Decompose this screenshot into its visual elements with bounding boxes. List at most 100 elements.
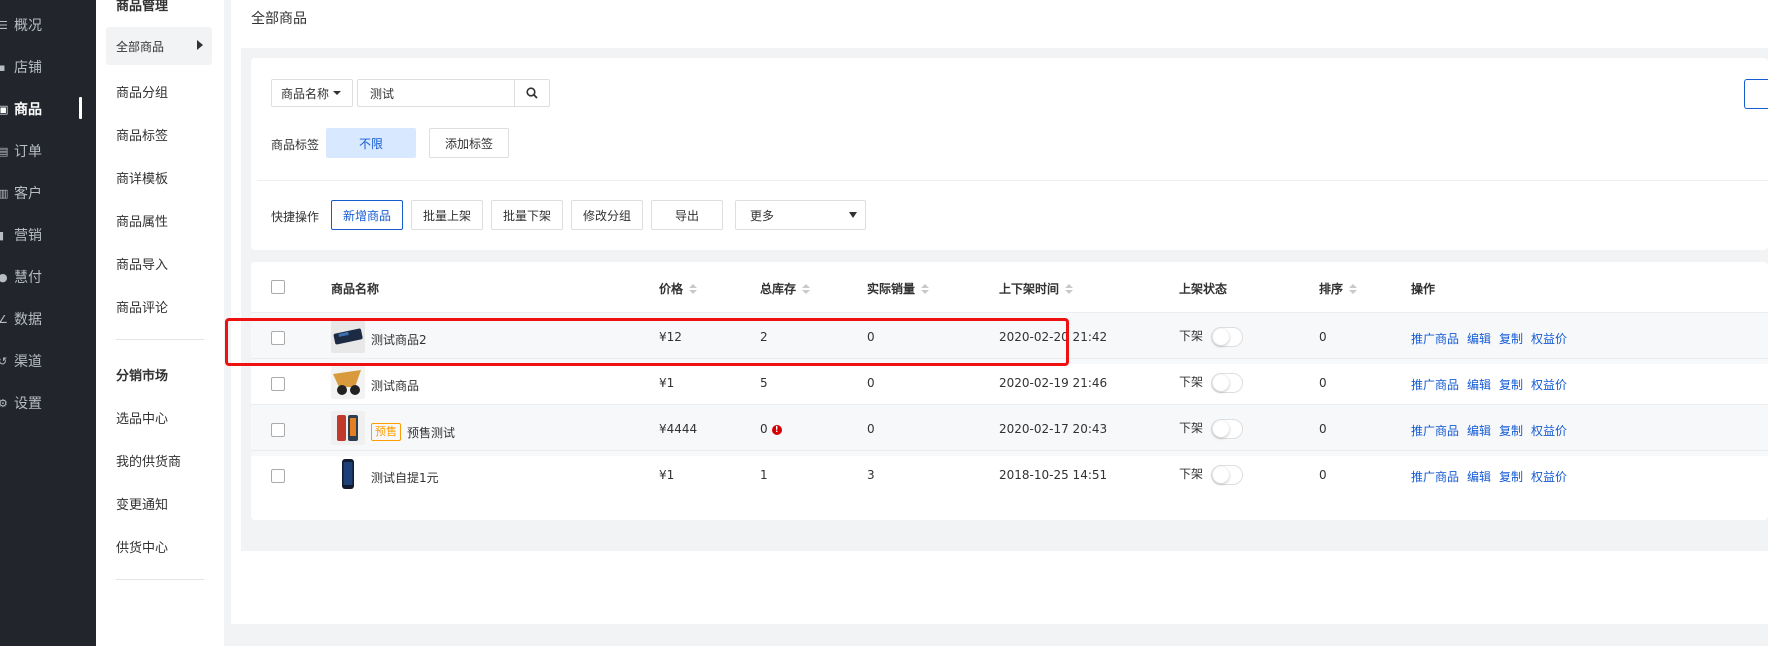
header-sales[interactable]: 实际销量 xyxy=(867,280,930,297)
goods-name[interactable]: 测试商品 xyxy=(371,377,419,394)
batch-on-shelf-button[interactable]: 批量上架 xyxy=(411,200,483,230)
goods-rank[interactable]: 0 xyxy=(1319,422,1327,436)
goods-rank[interactable]: 0 xyxy=(1319,376,1327,390)
main-nav: ☰ 概况 ▪ 店铺 ▣ 商品 ▤ 订单 ▥ 客户 ▮ 营销 ● 慧付 ∠ 数据 ↺ 渠道 ⚙ 设置 xyxy=(0,0,96,646)
subnav-item-goods-attribute[interactable]: 商品属性 xyxy=(116,211,168,230)
goods-rank[interactable]: 0 xyxy=(1319,468,1327,482)
search-button[interactable] xyxy=(514,79,550,107)
search-field-select[interactable]: 商品名称 xyxy=(271,79,353,107)
member-price-link[interactable]: 权益价 xyxy=(1531,468,1567,485)
row-checkbox[interactable] xyxy=(271,469,285,483)
data-icon: ∠ xyxy=(0,312,8,326)
goods-name[interactable]: 预售 预售测试 xyxy=(371,423,455,441)
promote-link[interactable]: 推广商品 xyxy=(1411,422,1459,439)
promote-link[interactable]: 推广商品 xyxy=(1411,376,1459,393)
header-shelf-time[interactable]: 上下架时间 xyxy=(999,280,1074,297)
goods-stock: 2 xyxy=(760,330,768,344)
nav-item-data[interactable]: ∠ 数据 xyxy=(0,307,94,331)
goods-name[interactable]: 测试商品2 xyxy=(371,331,427,348)
shelf-status: 下架 xyxy=(1179,373,1244,393)
member-price-link[interactable]: 权益价 xyxy=(1531,330,1567,347)
edit-link[interactable]: 编辑 xyxy=(1467,330,1491,347)
change-group-button[interactable]: 修改分组 xyxy=(571,200,643,230)
nav-item-goods[interactable]: ▣ 商品 xyxy=(0,97,94,121)
subnav-item-goods-review[interactable]: 商品评论 xyxy=(116,297,168,316)
secondary-sidebar: 商品管理 全部商品 商品分组 商品标签 商详模板 商品属性 商品导入 商品评论 … xyxy=(96,0,224,646)
nav-item-payment[interactable]: ● 慧付 xyxy=(0,265,94,289)
shelf-toggle[interactable] xyxy=(1211,373,1244,393)
nav-active-indicator xyxy=(79,97,82,119)
row-operations: 推广商品 编辑 复制 权益价 xyxy=(1411,468,1567,485)
copy-link[interactable]: 复制 xyxy=(1499,422,1523,439)
nav-item-order[interactable]: ▤ 订单 xyxy=(0,139,94,163)
tag-filter-label: 商品标签 xyxy=(271,138,320,152)
subnav-item-supply-center[interactable]: 供货中心 xyxy=(116,537,168,556)
subnav-item-detail-template[interactable]: 商详模板 xyxy=(116,168,168,187)
nav-item-channel[interactable]: ↺ 渠道 xyxy=(0,349,94,373)
edit-link[interactable]: 编辑 xyxy=(1467,468,1491,485)
shelf-toggle[interactable] xyxy=(1211,465,1244,485)
subnav-item-my-suppliers[interactable]: 我的供货商 xyxy=(116,451,181,470)
row-checkbox[interactable] xyxy=(271,377,285,391)
goods-rank[interactable]: 0 xyxy=(1319,330,1327,344)
table-header: 商品名称 价格 总库存 实际销量 上下架时间 上架状态 排序 操作 xyxy=(251,262,1768,312)
more-actions-select[interactable]: 更多 xyxy=(735,200,866,230)
shelf-status: 下架 xyxy=(1179,419,1244,439)
header-price[interactable]: 价格 xyxy=(659,280,698,297)
add-goods-button[interactable]: 新增商品 xyxy=(331,200,403,230)
member-price-link[interactable]: 权益价 xyxy=(1531,422,1567,439)
filter-card: 商品名称 商品标签 不限 添加标签 快捷操作 新增商品 批量上架 批量下架 修改… xyxy=(251,58,1768,250)
select-all-checkbox[interactable] xyxy=(271,280,285,294)
nav-item-overview[interactable]: ☰ 概况 xyxy=(0,13,94,37)
search-input[interactable] xyxy=(357,79,514,107)
nav-item-marketing[interactable]: ▮ 营销 xyxy=(0,223,94,247)
order-icon: ▤ xyxy=(0,144,9,158)
copy-link[interactable]: 复制 xyxy=(1499,330,1523,347)
caret-down-icon xyxy=(849,212,857,218)
promote-link[interactable]: 推广商品 xyxy=(1411,468,1459,485)
goods-thumbnail xyxy=(331,319,365,353)
shelf-toggle[interactable] xyxy=(1211,327,1244,347)
row-checkbox[interactable] xyxy=(271,423,285,437)
goods-sales: 3 xyxy=(867,468,875,482)
row-checkbox[interactable] xyxy=(271,331,285,345)
goods-shelf-time: 2018-10-25 14:51 xyxy=(999,468,1108,482)
goods-table: 商品名称 价格 总库存 实际销量 上下架时间 上架状态 排序 操作 测试商品2 … xyxy=(251,262,1768,520)
subnav-item-all-goods[interactable]: 全部商品 xyxy=(106,27,212,65)
header-goods-name: 商品名称 xyxy=(331,282,380,296)
header-rank[interactable]: 排序 xyxy=(1319,280,1358,297)
top-right-button[interactable] xyxy=(1744,79,1768,109)
payment-icon: ● xyxy=(0,270,8,284)
header-operations: 操作 xyxy=(1411,282,1436,296)
settings-icon: ⚙ xyxy=(0,396,8,410)
promote-link[interactable]: 推广商品 xyxy=(1411,330,1459,347)
table-row: 测试自提1元 ¥1 1 3 2018-10-25 14:51 下架 0 推广商品… xyxy=(251,450,1768,502)
goods-price: ¥1 xyxy=(659,376,675,390)
header-shelf-status: 上架状态 xyxy=(1179,282,1228,296)
nav-item-settings[interactable]: ⚙ 设置 xyxy=(0,391,94,415)
member-price-link[interactable]: 权益价 xyxy=(1531,376,1567,393)
subnav-item-goods-import[interactable]: 商品导入 xyxy=(116,254,168,273)
row-operations: 推广商品 编辑 复制 权益价 xyxy=(1411,376,1567,393)
goods-stock: 5 xyxy=(760,376,768,390)
header-stock[interactable]: 总库存 xyxy=(760,280,811,297)
table-row: 测试商品 ¥1 5 0 2020-02-19 21:46 下架 0 推广商品 编… xyxy=(251,358,1768,410)
export-button[interactable]: 导出 xyxy=(651,200,723,230)
nav-item-store[interactable]: ▪ 店铺 xyxy=(0,55,94,79)
goods-thumbnail xyxy=(331,457,365,491)
filter-divider xyxy=(257,180,1768,181)
edit-link[interactable]: 编辑 xyxy=(1467,376,1491,393)
add-tag-button[interactable]: 添加标签 xyxy=(429,128,509,158)
goods-name[interactable]: 测试自提1元 xyxy=(371,469,439,486)
subnav-item-selection-center[interactable]: 选品中心 xyxy=(116,408,168,427)
batch-off-shelf-button[interactable]: 批量下架 xyxy=(491,200,563,230)
subnav-item-change-notice[interactable]: 变更通知 xyxy=(116,494,168,513)
tag-unlimited-option[interactable]: 不限 xyxy=(326,128,416,158)
copy-link[interactable]: 复制 xyxy=(1499,468,1523,485)
subnav-item-goods-group[interactable]: 商品分组 xyxy=(116,82,168,101)
shelf-toggle[interactable] xyxy=(1211,419,1244,439)
edit-link[interactable]: 编辑 xyxy=(1467,422,1491,439)
subnav-item-goods-tag[interactable]: 商品标签 xyxy=(116,125,168,144)
nav-item-customer[interactable]: ▥ 客户 xyxy=(0,181,94,205)
copy-link[interactable]: 复制 xyxy=(1499,376,1523,393)
